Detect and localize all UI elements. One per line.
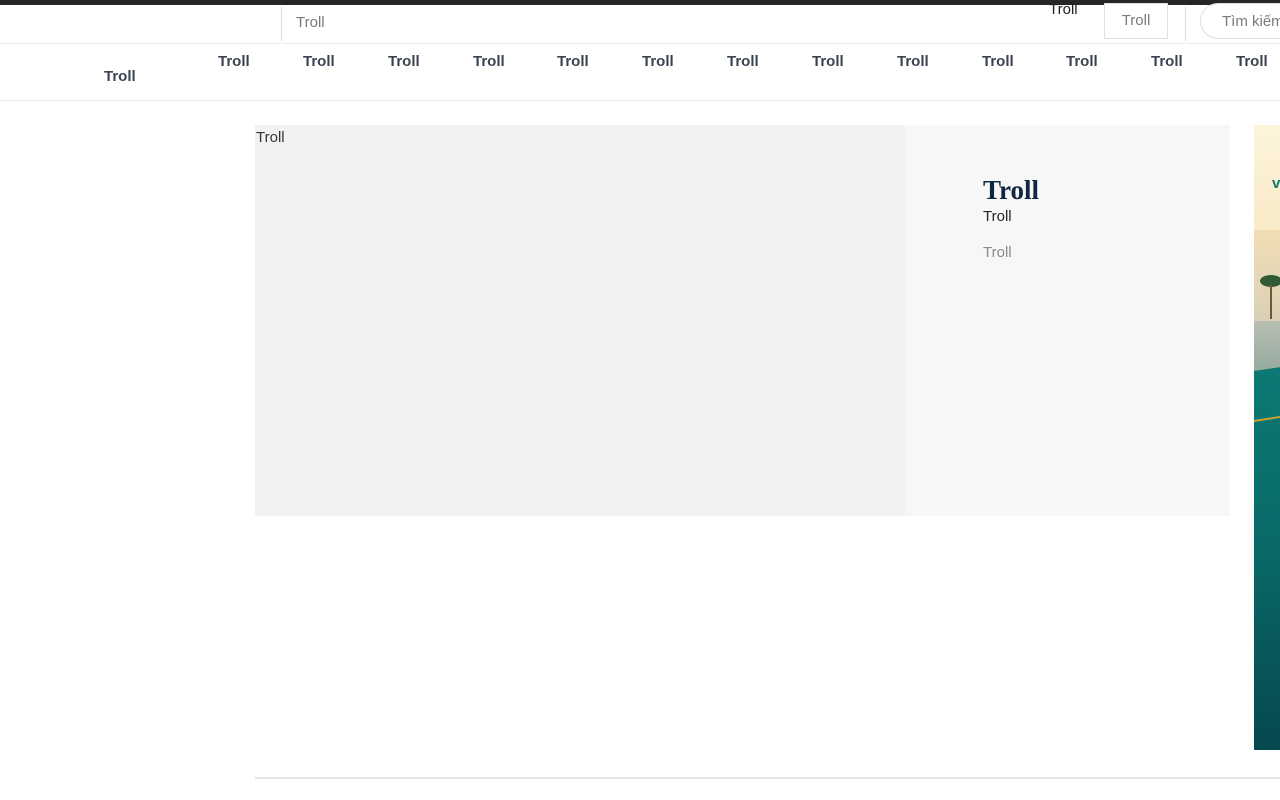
nav-item-9[interactable]: Troll (897, 53, 929, 70)
nav-item-6[interactable]: Troll (642, 53, 674, 70)
search-input[interactable] (1200, 3, 1280, 39)
card-detail-panel: Troll Troll Troll (905, 125, 1230, 516)
palm-trunk (1270, 285, 1272, 319)
page-root: Troll Troll Troll Troll Troll Troll Trol… (0, 0, 1280, 800)
nav-item-11[interactable]: Troll (1066, 53, 1098, 70)
nav-item-3[interactable]: Troll (388, 53, 420, 70)
nav-brand[interactable]: Troll (104, 68, 136, 85)
card-title: Troll (983, 175, 1040, 206)
nav-item-5[interactable]: Troll (557, 53, 589, 70)
main-navigation: Troll Troll Troll Troll Troll Troll Trol… (0, 43, 1280, 101)
nav-item-1[interactable]: Troll (218, 53, 250, 70)
content-card: Troll Troll Troll Troll (255, 125, 1230, 516)
utility-account-label[interactable]: Troll (1049, 1, 1078, 19)
utility-action-button[interactable]: Troll (1104, 3, 1168, 39)
utility-divider-left (281, 7, 282, 41)
nav-item-4[interactable]: Troll (473, 53, 505, 70)
nav-item-10[interactable]: Troll (982, 53, 1014, 70)
nav-item-13[interactable]: Troll (1236, 53, 1268, 70)
card-meta-text: Troll (983, 244, 1012, 261)
utility-primary-link[interactable]: Troll (296, 10, 325, 36)
utility-bar: Troll Troll Troll (0, 1, 1280, 43)
nav-item-8[interactable]: Troll (812, 53, 844, 70)
card-media-placeholder[interactable]: Troll (255, 125, 905, 516)
promo-sea-layer (1254, 353, 1280, 750)
nav-item-7[interactable]: Troll (727, 53, 759, 70)
section-divider (255, 777, 1280, 779)
promo-banner[interactable]: vi (1254, 125, 1280, 750)
card-subtitle: Troll (983, 208, 1012, 225)
utility-divider-right (1185, 7, 1186, 41)
card-media-label: Troll (256, 129, 285, 146)
promo-logo-text: vi (1272, 175, 1280, 192)
nav-item-2[interactable]: Troll (303, 53, 335, 70)
nav-item-12[interactable]: Troll (1151, 53, 1183, 70)
